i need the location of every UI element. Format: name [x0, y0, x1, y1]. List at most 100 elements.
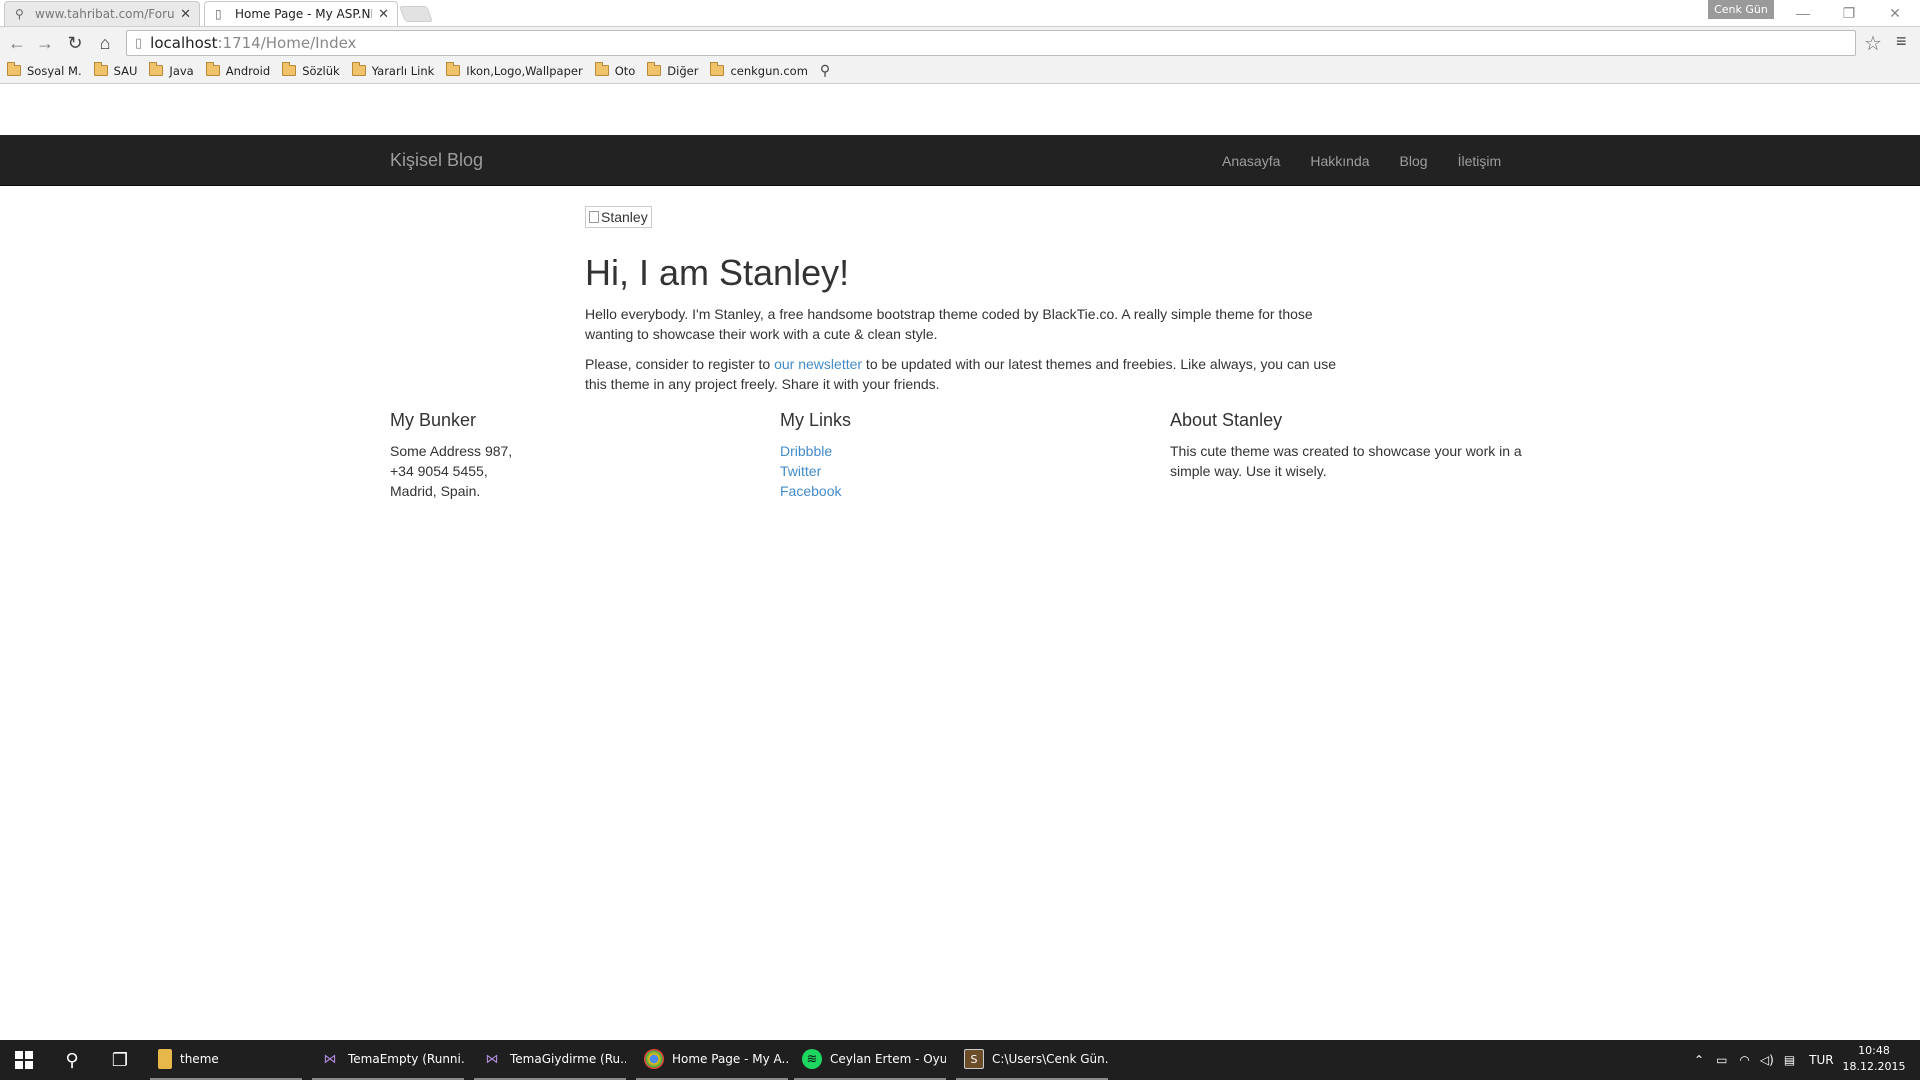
bookmark-folder-diger[interactable]: Diğer	[647, 62, 698, 78]
clock-time: 10:48	[1858, 1044, 1890, 1057]
column-title: About Stanley	[1170, 410, 1283, 430]
task-view-icon[interactable]: ❐	[96, 1040, 144, 1080]
notification-icon[interactable]: ▤	[1784, 1053, 1795, 1067]
tab-home-page[interactable]: ▯ Home Page - My ASP.NET ✕	[204, 1, 398, 26]
bookmark-star-icon[interactable]: ☆	[1864, 31, 1882, 56]
volume-icon[interactable]: ◁)	[1760, 1053, 1774, 1067]
battery-icon[interactable]: ▭	[1716, 1053, 1727, 1067]
bookmark-label: Java	[169, 63, 194, 78]
site-navbar: Kişisel Blog Anasayfa Hakkında Blog İlet…	[0, 135, 1920, 186]
folder-icon	[647, 62, 662, 76]
nav-link-blog[interactable]: Blog	[1400, 153, 1428, 169]
bookmark-label: Yararlı Link	[371, 63, 435, 78]
profile-badge[interactable]: Cenk Gün	[1708, 0, 1774, 19]
taskbar: ⚲ ❐ theme ⋈ TemaEmpty (Runni... ⋈ TemaGi…	[0, 1040, 1920, 1080]
language-indicator[interactable]: TUR	[1809, 1053, 1833, 1067]
browser-titlebar: ⚲ www.tahribat.com/Forum/ ✕ ▯ Home Page …	[0, 0, 1920, 26]
bookmark-label: Sosyal M.	[27, 63, 82, 78]
nav-link-hakkinda[interactable]: Hakkında	[1310, 153, 1369, 169]
bookmark-folder-yararli-link[interactable]: Yararlı Link	[351, 62, 435, 78]
bookmarks-bar: Sosyal M. SAU Java Android Sözlük Yararl…	[0, 58, 1920, 84]
close-window-icon[interactable]: ✕	[1872, 0, 1918, 26]
visual-studio-icon: ⋈	[323, 1051, 337, 1067]
close-tab-icon[interactable]: ✕	[378, 7, 389, 22]
tab-title: Home Page - My ASP.NET	[235, 7, 373, 21]
bookmark-label: SAU	[113, 63, 138, 78]
url-host: localhost	[150, 34, 218, 52]
nav-link-anasayfa[interactable]: Anasayfa	[1222, 153, 1280, 169]
page-icon: ▯	[215, 7, 222, 21]
bookmark-folder-sau[interactable]: SAU	[93, 62, 138, 78]
twitter-link[interactable]: Twitter	[780, 461, 1150, 481]
column-about: About Stanley This cute theme was create…	[1170, 410, 1540, 481]
chrome-icon	[644, 1049, 664, 1069]
browser-menu-icon[interactable]: ≡	[1896, 31, 1907, 52]
hero-heading: Hi, I am Stanley!	[585, 252, 850, 293]
taskbar-app-vs-temaempty[interactable]: ⋈ TemaEmpty (Runni...	[312, 1040, 464, 1080]
bookmark-folder-ikon[interactable]: Ikon,Logo,Wallpaper	[446, 62, 583, 78]
page-icon: ▯	[135, 35, 143, 51]
taskbar-app-spotify[interactable]: ≋ Ceylan Ertem - Oyu...	[794, 1040, 946, 1080]
taskbar-app-vs-temagiydirme[interactable]: ⋈ TemaGiydirme (Ru...	[474, 1040, 626, 1080]
web-page: Kişisel Blog Anasayfa Hakkında Blog İlet…	[0, 85, 1920, 1040]
bookmark-folder-android[interactable]: Android	[205, 62, 270, 78]
spotify-icon: ≋	[802, 1049, 822, 1069]
bookmark-tahribat[interactable]: ⚲	[820, 63, 830, 79]
chevron-up-icon[interactable]: ⌃	[1694, 1053, 1704, 1067]
back-arrow-icon[interactable]: ←	[4, 31, 30, 55]
bookmark-folder-cenkgun[interactable]: cenkgun.com	[710, 62, 808, 78]
taskbar-app-chrome[interactable]: Home Page - My A...	[636, 1040, 788, 1080]
bookmark-label: Ikon,Logo,Wallpaper	[466, 63, 583, 78]
folder-icon	[205, 62, 220, 76]
newsletter-link[interactable]: our newsletter	[774, 356, 862, 372]
folder-icon	[7, 62, 21, 76]
clock-date: 18.12.2015	[1842, 1060, 1906, 1073]
column-title: My Links	[780, 410, 852, 430]
image-alt-text: Stanley	[601, 209, 648, 225]
bookmark-label: cenkgun.com	[730, 63, 808, 78]
column-my-bunker: My Bunker Some Address 987, +34 9054 545…	[390, 410, 760, 501]
restore-icon[interactable]: ❐	[1826, 0, 1872, 26]
folder-icon	[594, 62, 609, 76]
folder-icon	[149, 62, 164, 76]
about-text: This cute theme was created to showcase …	[1170, 443, 1522, 479]
bookmark-folder-sosyal[interactable]: Sosyal M.	[7, 62, 82, 78]
bookmark-folder-oto[interactable]: Oto	[594, 62, 635, 78]
site-brand[interactable]: Kişisel Blog	[390, 135, 483, 186]
terminal-icon: S	[964, 1049, 984, 1069]
search-icon[interactable]: ⚲	[48, 1040, 96, 1080]
city-line: Madrid, Spain.	[390, 483, 481, 499]
reload-icon[interactable]: ↻	[62, 31, 88, 55]
column-my-links: My Links Dribbble Twitter Facebook	[780, 410, 1150, 501]
nav-link-iletisim[interactable]: İletişim	[1458, 153, 1502, 169]
folder-icon	[158, 1049, 172, 1069]
minimize-icon[interactable]: —	[1780, 0, 1826, 26]
new-tab-button[interactable]	[399, 6, 433, 22]
dribbble-link[interactable]: Dribbble	[780, 441, 1150, 461]
start-button[interactable]	[0, 1040, 48, 1080]
taskbar-app-cmd[interactable]: S C:\Users\Cenk Gün...	[956, 1040, 1108, 1080]
tab-tahribat[interactable]: ⚲ www.tahribat.com/Forum/ ✕	[4, 1, 200, 26]
folder-icon	[93, 62, 108, 76]
facebook-link[interactable]: Facebook	[780, 481, 1150, 501]
folder-icon	[282, 62, 297, 76]
taskbar-clock[interactable]: 10:48 18.12.2015	[1840, 1043, 1908, 1075]
wifi-icon[interactable]: ◠	[1739, 1053, 1749, 1067]
visual-studio-icon: ⋈	[485, 1051, 499, 1067]
close-tab-icon[interactable]: ✕	[180, 7, 191, 22]
folder-icon	[446, 62, 461, 76]
bookmark-folder-sozluk[interactable]: Sözlük	[282, 62, 340, 78]
bookmark-folder-java[interactable]: Java	[149, 62, 194, 78]
folder-icon	[710, 62, 725, 76]
app-label: TemaEmpty (Runni...	[348, 1052, 464, 1066]
address-line: Some Address 987,	[390, 443, 513, 459]
home-icon[interactable]: ⌂	[92, 31, 118, 55]
site-nav: Anasayfa Hakkında Blog İletişim	[1222, 135, 1531, 186]
app-label: Ceylan Ertem - Oyu...	[830, 1052, 946, 1066]
bookmark-label: Sözlük	[302, 63, 340, 78]
hero-section: Stanley Hi, I am Stanley! Hello everybod…	[585, 206, 1345, 404]
forward-arrow-icon[interactable]: →	[32, 31, 58, 55]
text: Please, consider to register to	[585, 356, 775, 372]
taskbar-app-explorer[interactable]: theme	[150, 1040, 302, 1080]
address-bar[interactable]: ▯ localhost:1714/Home/Index	[126, 30, 1856, 56]
